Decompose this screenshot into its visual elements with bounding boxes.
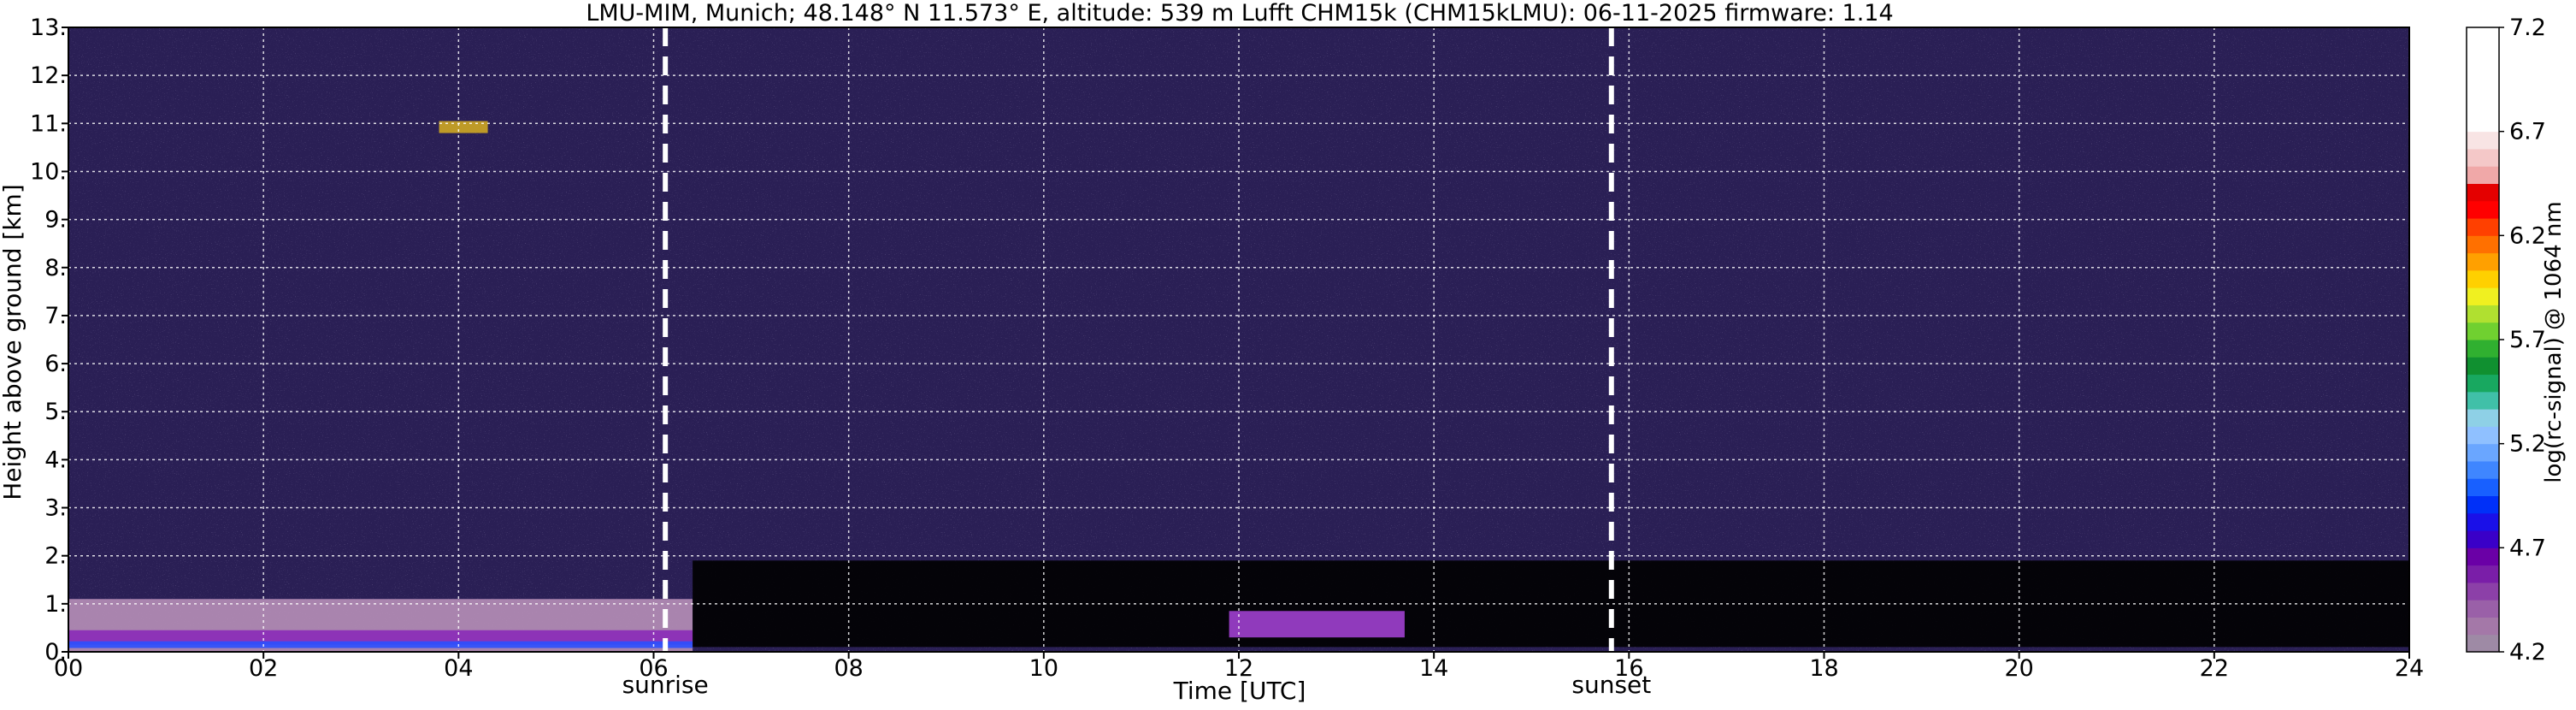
x-tick-label: 14 xyxy=(1419,655,1448,682)
colorbar-segment xyxy=(2467,565,2499,583)
colorbar-segment xyxy=(2467,460,2499,479)
colorbar-segment xyxy=(2467,391,2499,410)
colorbar-segment xyxy=(2467,409,2499,427)
y-tick-label: 2. xyxy=(44,543,67,570)
colorbar-segment xyxy=(2467,131,2499,150)
colorbar-segment xyxy=(2467,114,2499,133)
colorbar: 4.24.75.25.76.26.77.2 xyxy=(2466,15,2546,666)
colorbar-segment xyxy=(2467,530,2499,548)
colorbar-segment xyxy=(2467,183,2499,202)
colorbar-segment xyxy=(2467,269,2499,288)
colorbar-segment xyxy=(2467,148,2499,167)
y-tick-label: 9. xyxy=(44,207,67,234)
colorbar-label: log(rc-signal) @ 1064 nm xyxy=(2541,201,2567,482)
y-tick-label: 0. xyxy=(44,639,67,666)
colorbar-segment xyxy=(2467,547,2499,566)
feature-midday-layer xyxy=(1229,611,1405,638)
colorbar-segment xyxy=(2467,166,2499,184)
colorbar-segment xyxy=(2467,252,2499,271)
colorbar-tick-label: 4.2 xyxy=(2509,639,2546,666)
colorbar-segment xyxy=(2467,357,2499,376)
x-tick-label: 04 xyxy=(444,655,473,682)
colorbar-segment xyxy=(2467,97,2499,115)
colorbar-tick-label: 6.7 xyxy=(2509,119,2546,145)
y-tick-label: 3. xyxy=(44,495,67,522)
colorbar-segment xyxy=(2467,478,2499,496)
x-tick-label: 06 xyxy=(639,655,668,682)
feature-blue-band xyxy=(68,641,693,648)
chart-title: LMU-MIM, Munich; 48.148° N 11.573° E, al… xyxy=(586,0,1893,27)
y-tick-label: 6. xyxy=(44,351,67,377)
y-tick-label: 4. xyxy=(44,447,67,473)
colorbar-tick-label: 7.2 xyxy=(2509,15,2546,41)
colorbar-tick-label: 4.7 xyxy=(2509,535,2546,561)
chart-svg: sunrise sunset 00 02 04 06 08 10 12 14 16 18 20 22 24… xyxy=(0,0,2567,705)
colorbar-segment xyxy=(2467,322,2499,340)
colorbar-segment xyxy=(2467,512,2499,531)
colorbar-segment xyxy=(2467,200,2499,219)
colorbar-segment xyxy=(2467,634,2499,653)
colorbar-segment xyxy=(2467,44,2499,63)
colorbar-segment xyxy=(2467,582,2499,601)
x-tick-label: 08 xyxy=(834,655,863,682)
x-tick-label: 02 xyxy=(249,655,278,682)
colorbar-segment xyxy=(2467,443,2499,462)
colorbar-segment xyxy=(2467,235,2499,254)
colorbar-segment xyxy=(2467,79,2499,98)
colorbar-segment xyxy=(2467,27,2499,45)
ceilometer-chart: sunrise sunset 00 02 04 06 08 10 12 14 16 18 20 22 24… xyxy=(0,0,2576,707)
x-tick-label: 24 xyxy=(2395,655,2424,682)
colorbar-segment xyxy=(2467,426,2499,445)
colorbar-segment xyxy=(2467,617,2499,636)
colorbar-segment xyxy=(2467,600,2499,618)
x-axis-label: Time [UTC] xyxy=(1173,677,1306,705)
x-tick-label: 16 xyxy=(1614,655,1643,682)
y-tick-label: 12. xyxy=(30,62,67,89)
colorbar-segment xyxy=(2467,374,2499,393)
colorbar-segment xyxy=(2467,495,2499,514)
x-tick-label: 20 xyxy=(2004,655,2033,682)
y-tick-label: 13. xyxy=(30,15,67,41)
y-axis-label: Height above ground [km] xyxy=(0,184,27,500)
colorbar-segment xyxy=(2467,305,2499,323)
colorbar-segment xyxy=(2467,340,2499,358)
colorbar-segment xyxy=(2467,62,2499,80)
y-tick-label: 8. xyxy=(44,255,67,281)
y-tick-label: 10. xyxy=(30,158,67,185)
x-tick-label: 18 xyxy=(1809,655,1838,682)
colorbar-segment xyxy=(2467,287,2499,305)
y-tick-label: 1. xyxy=(44,591,67,618)
y-tick-label: 7. xyxy=(44,303,67,329)
y-tick-label: 11. xyxy=(30,110,67,137)
colorbar-segment xyxy=(2467,218,2499,236)
x-tick-label: 22 xyxy=(2200,655,2229,682)
x-tick-label: 10 xyxy=(1029,655,1058,682)
y-tick-label: 5. xyxy=(44,399,67,425)
